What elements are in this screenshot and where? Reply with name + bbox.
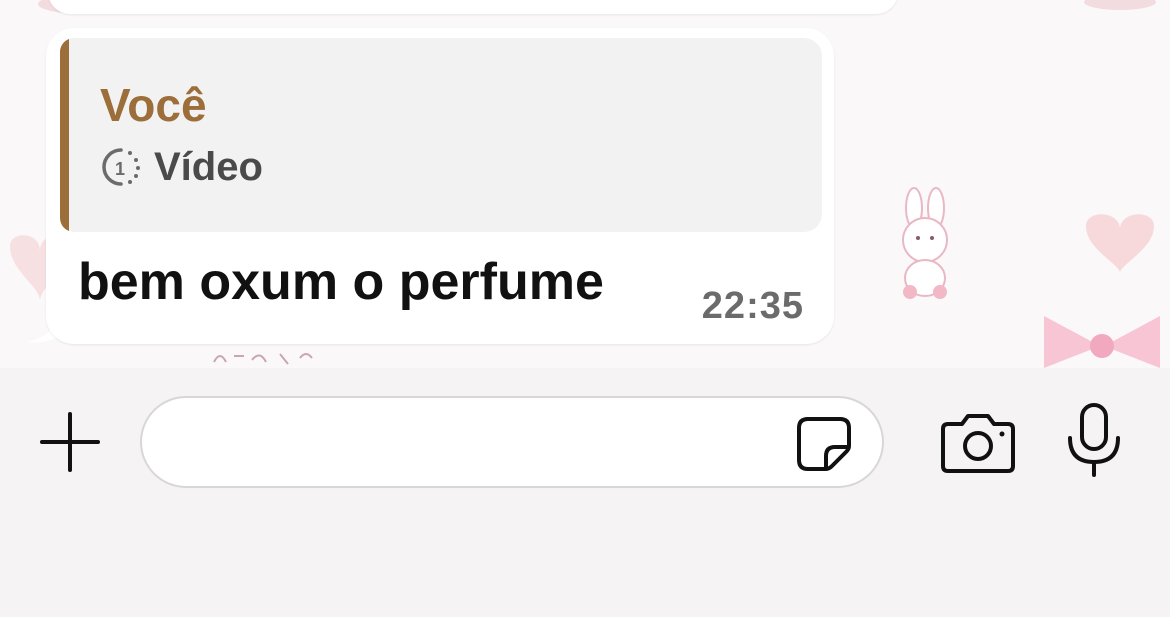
previous-message-bubble[interactable] bbox=[48, 0, 898, 14]
svg-text:1: 1 bbox=[115, 159, 125, 179]
quote-media: 1 Vídeo bbox=[100, 144, 263, 190]
cloud-sticker-decoration bbox=[1084, 0, 1156, 10]
message-text-field[interactable] bbox=[140, 396, 884, 488]
sticker-icon[interactable] bbox=[796, 416, 852, 472]
message-input[interactable] bbox=[172, 416, 796, 470]
message-bubble[interactable]: Você 1 Vídeo bem oxum o perfume 22:35 bbox=[46, 28, 834, 344]
message-text: bem oxum o perfume bbox=[78, 253, 604, 311]
bunny-sticker-decoration bbox=[902, 187, 948, 299]
message-timestamp: 22:35 bbox=[701, 285, 804, 327]
quote-author: Você bbox=[100, 79, 207, 131]
quote-media-label: Vídeo bbox=[154, 144, 263, 189]
camera-icon[interactable] bbox=[940, 410, 1016, 474]
quote-accent-bar bbox=[60, 38, 69, 232]
microphone-icon[interactable] bbox=[1064, 402, 1124, 478]
timer-icon: 1 bbox=[102, 148, 140, 186]
quoted-message[interactable]: Você 1 Vídeo bbox=[60, 38, 822, 232]
heart-sticker-decoration bbox=[1086, 214, 1154, 272]
bow-sticker-decoration bbox=[1044, 316, 1160, 368]
text-sticker-decoration bbox=[213, 353, 313, 365]
plus-icon[interactable] bbox=[38, 410, 102, 474]
